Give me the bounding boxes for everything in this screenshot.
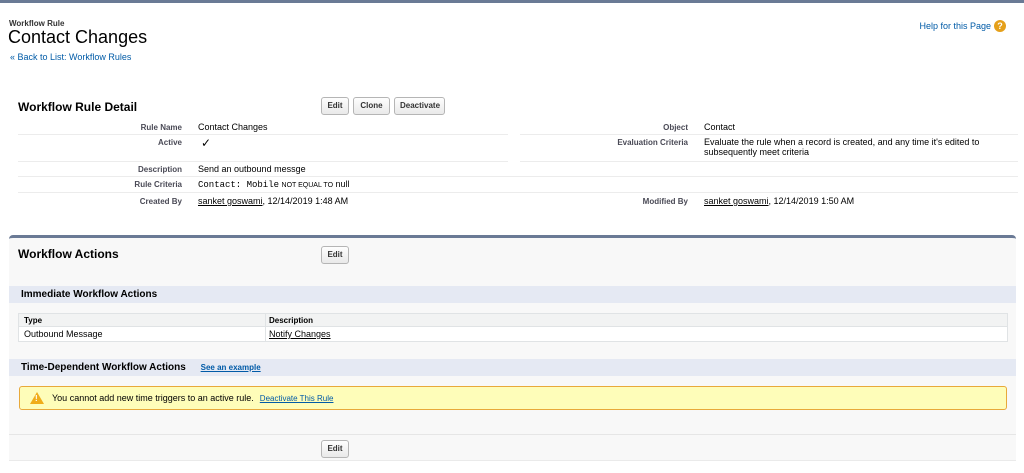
actions-edit-button[interactable]: Edit [321,246,349,264]
detail-heading: Workflow Rule Detail [18,100,138,114]
clone-button[interactable]: Clone [353,97,390,115]
evaluation-line-2: subsequently meet criteria [704,147,810,157]
warning-icon: ! [30,392,44,404]
immediate-actions-table: Type Description Outbound Message Notify… [18,313,1008,342]
divider [18,134,508,135]
criteria-value: null [335,179,350,189]
row-type: Outbound Message [24,329,103,339]
bottom-edit-button[interactable]: Edit [321,440,349,458]
col-type-header: Type [24,316,43,325]
evaluation-criteria-label: Evaluation Criteria [617,138,688,147]
active-label: Active [157,138,182,147]
edit-button[interactable]: Edit [321,97,349,115]
divider [18,176,1018,177]
divider [18,161,508,162]
warning-message: ! You cannot add new time triggers to an… [19,386,1007,410]
col-description-header: Description [269,316,314,325]
column-separator [265,327,266,341]
help-for-page[interactable]: Help for this Page ? [919,20,1006,32]
deactivate-button[interactable]: Deactivate [394,97,445,115]
immediate-actions-title: Immediate Workflow Actions [21,289,158,300]
description-label: Description [137,165,182,174]
object-value: Contact [704,122,736,132]
created-by-user-link[interactable]: sanket goswami [198,196,263,206]
object-label: Object [663,123,688,132]
column-separator [265,314,266,326]
table-row: Outbound Message Notify Changes [19,327,1007,341]
modified-by-value: sanket goswami, 12/14/2019 1:50 AM [704,196,854,206]
rule-name-value: Contact Changes [198,122,268,132]
workflow-actions-section: Workflow Actions Edit Immediate Workflow… [9,235,1016,461]
rule-criteria-label: Rule Criteria [134,180,182,189]
warning-text: You cannot add new time triggers to an a… [52,393,254,403]
time-dependent-title: Time-Dependent Workflow Actions [21,362,186,373]
page-title: Contact Changes [8,27,148,47]
evaluation-line-1: Evaluate the rule when a record is creat… [704,137,980,147]
help-link[interactable]: Help for this Page [919,21,991,31]
modified-by-date: , 12/14/2019 1:50 AM [768,196,855,206]
see-example-link[interactable]: See an example [201,363,261,372]
evaluation-criteria-value: Evaluate the rule when a record is creat… [704,137,979,157]
divider [18,192,1018,193]
description-value: Send an outbound messge [198,164,306,174]
modified-by-label: Modified By [642,197,688,206]
table-header: Type Description [19,314,1007,327]
divider [9,434,1016,435]
rule-name-label: Rule Name [140,123,182,132]
back-to-list-link[interactable]: « Back to List: Workflow Rules [10,52,131,62]
divider [520,134,1018,135]
deactivate-rule-link[interactable]: Deactivate This Rule [260,394,334,403]
divider [520,161,1018,162]
criteria-field: Contact: Mobile [198,180,280,190]
created-by-value: sanket goswami, 12/14/2019 1:48 AM [198,196,348,206]
time-dependent-heading: Time-Dependent Workflow Actions See an e… [9,359,1016,376]
active-check-icon: ✓ [201,136,212,150]
workflow-actions-heading: Workflow Actions [18,247,119,261]
row-description-link[interactable]: Notify Changes [269,329,331,339]
modified-by-user-link[interactable]: sanket goswami [704,196,769,206]
help-icon[interactable]: ? [994,20,1006,32]
immediate-actions-heading: Immediate Workflow Actions [9,286,1016,303]
created-by-label: Created By [139,197,182,206]
rule-criteria-value: Contact: Mobile NOT EQUAL TO null [198,179,350,190]
criteria-operator: NOT EQUAL TO [281,182,334,189]
top-border [0,0,1024,3]
created-by-date: , 12/14/2019 1:48 AM [262,196,349,206]
